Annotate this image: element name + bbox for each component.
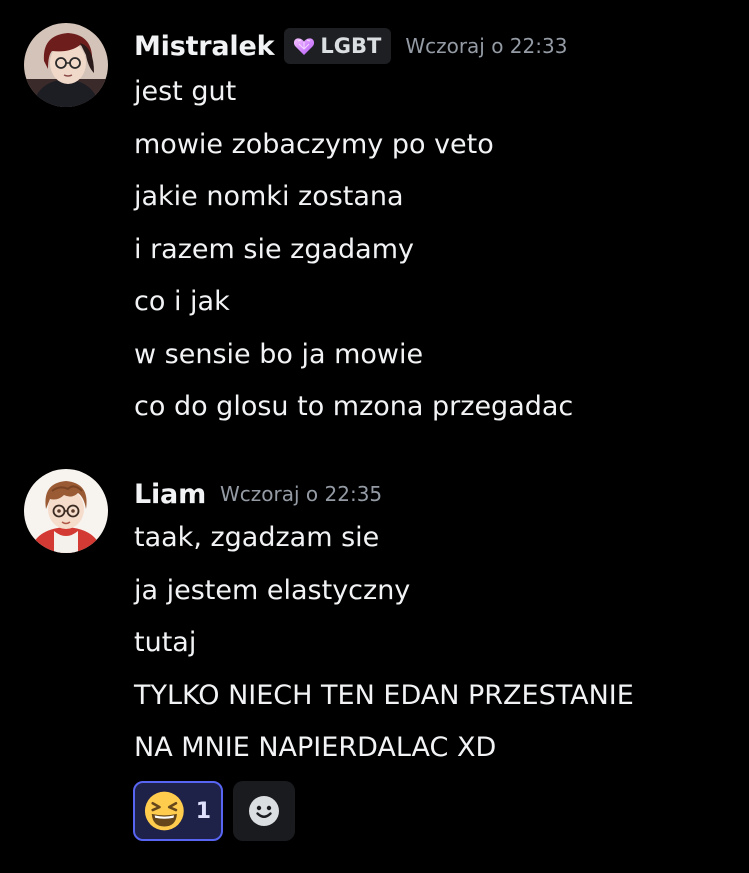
- heart-gem-icon: [294, 38, 315, 55]
- message-line: NA MNIE NAPIERDALAC XD: [134, 732, 497, 763]
- message-line: taak, zgadzam sie: [134, 522, 380, 553]
- laughing-emoji-icon: [144, 791, 184, 831]
- message-line: ja jestem elastyczny: [134, 574, 411, 606]
- avatar-mistralek[interactable]: [24, 23, 108, 107]
- message-content-mistralek: jest gut mowie zobaczymy po veto jakie n…: [134, 66, 724, 434]
- reaction-count: 1: [195, 798, 211, 824]
- message-line: TYLKO NIECH TEN EDAN PRZESTANIE: [134, 679, 634, 711]
- timestamp: Wczoraj o 22:33: [405, 34, 568, 58]
- message-line: w sensie bo ja mowie: [134, 338, 424, 370]
- username[interactable]: Liam: [134, 479, 206, 510]
- message-header-liam: Liam Wczoraj o 22:35: [134, 474, 382, 514]
- timestamp: Wczoraj o 22:35: [220, 482, 383, 506]
- server-tag[interactable]: LGBT: [284, 28, 392, 64]
- message-line: co i jak: [134, 286, 230, 317]
- message-content-liam: taak, zgadzam sie ja jestem elastyczny t…: [134, 512, 724, 775]
- server-tag-label: LGBT: [320, 34, 382, 58]
- username[interactable]: Mistralek: [134, 31, 275, 62]
- message-header-mistralek: Mistralek LGBT Wczoraj o 22:33: [134, 26, 567, 66]
- reactions-bar: 1: [133, 781, 295, 841]
- add-reaction-icon: [249, 796, 279, 826]
- avatar-liam-image: [24, 469, 108, 553]
- message-line: i razem sie zgadamy: [134, 233, 414, 265]
- avatar-mistralek-image: [24, 23, 108, 107]
- message-line: tutaj: [134, 627, 197, 658]
- message-line: jakie nomki zostana: [134, 181, 404, 212]
- message-line: mowie zobaczymy po veto: [134, 128, 494, 160]
- reaction-laughing[interactable]: 1: [133, 781, 223, 841]
- add-reaction-button[interactable]: [233, 781, 295, 841]
- message-line: co do glosu to mzona przegadac: [134, 391, 574, 422]
- avatar-liam[interactable]: [24, 469, 108, 553]
- message-line: jest gut: [134, 76, 237, 107]
